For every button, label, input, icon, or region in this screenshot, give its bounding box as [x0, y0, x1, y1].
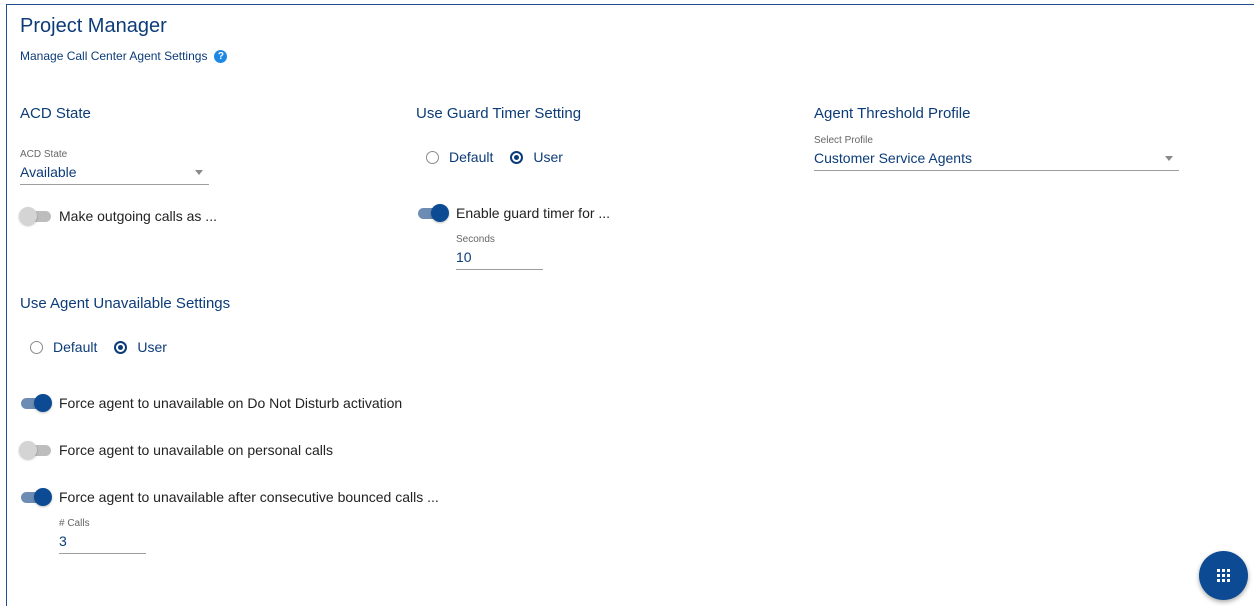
guard-timer-toggle-label: Enable guard timer for ...: [456, 205, 611, 221]
dnd-unavailable-toggle[interactable]: [19, 394, 52, 412]
bounced-calls-unavailable-toggle-label: Force agent to unavailable after consecu…: [59, 489, 439, 505]
acd-state-select[interactable]: Available: [20, 164, 209, 185]
apps-fab-button[interactable]: [1199, 551, 1248, 600]
chevron-down-icon: [1165, 156, 1173, 161]
guard-timer-radio-group: Default User: [426, 149, 580, 165]
page-title: Project Manager: [20, 15, 167, 37]
outgoing-calls-toggle-row[interactable]: Make outgoing calls as ...: [19, 207, 217, 225]
threshold-profile-heading: Agent Threshold Profile: [814, 105, 971, 122]
acd-state-field-label: ACD State: [20, 149, 68, 160]
bounced-calls-toggle-row[interactable]: Force agent to unavailable after consecu…: [19, 488, 439, 506]
dnd-unavailable-toggle-label: Force agent to unavailable on Do Not Dis…: [59, 395, 403, 411]
chevron-down-icon: [195, 170, 203, 175]
unavailable-radio-user-label[interactable]: User: [137, 339, 167, 355]
personal-calls-toggle-row[interactable]: Force agent to unavailable on personal c…: [19, 441, 333, 459]
unavailable-settings-heading: Use Agent Unavailable Settings: [20, 295, 231, 312]
dnd-toggle-row[interactable]: Force agent to unavailable on Do Not Dis…: [19, 394, 402, 412]
acd-state-value: Available: [20, 164, 77, 180]
guard-timer-radio-default-label[interactable]: Default: [449, 149, 493, 165]
unavailable-radio-user[interactable]: [114, 340, 128, 354]
outgoing-calls-toggle-label: Make outgoing calls as ...: [59, 208, 217, 224]
calls-count-input[interactable]: 3: [59, 533, 146, 554]
seconds-input[interactable]: 10: [456, 249, 543, 270]
select-profile-field-label: Select Profile: [814, 135, 873, 146]
personal-calls-unavailable-toggle[interactable]: [19, 441, 52, 459]
guard-timer-heading: Use Guard Timer Setting: [416, 105, 582, 122]
unavailable-radio-group: Default User: [30, 339, 184, 355]
guard-timer-radio-default[interactable]: [426, 150, 439, 164]
profile-select[interactable]: Customer Service Agents: [814, 150, 1179, 171]
outgoing-calls-toggle[interactable]: [19, 207, 52, 225]
guard-timer-toggle-row[interactable]: Enable guard timer for ...: [416, 204, 610, 222]
personal-calls-unavailable-toggle-label: Force agent to unavailable on personal c…: [59, 442, 333, 458]
guard-timer-radio-user[interactable]: [510, 150, 524, 164]
profile-select-value: Customer Service Agents: [814, 150, 972, 166]
unavailable-radio-default[interactable]: [30, 340, 43, 354]
page-subtitle: Manage Call Center Agent Settings ?: [20, 49, 228, 63]
apps-grid-icon: [1217, 569, 1230, 582]
bounced-calls-unavailable-toggle[interactable]: [19, 488, 52, 506]
guard-timer-radio-user-label[interactable]: User: [533, 149, 563, 165]
calls-count-field-label: # Calls: [59, 518, 90, 529]
unavailable-radio-default-label[interactable]: Default: [53, 339, 97, 355]
seconds-field-label: Seconds: [456, 234, 495, 245]
guard-timer-toggle[interactable]: [416, 204, 449, 222]
help-icon[interactable]: ?: [214, 49, 228, 63]
acd-state-heading: ACD State: [20, 105, 91, 122]
page-subtitle-text: Manage Call Center Agent Settings: [20, 49, 208, 63]
